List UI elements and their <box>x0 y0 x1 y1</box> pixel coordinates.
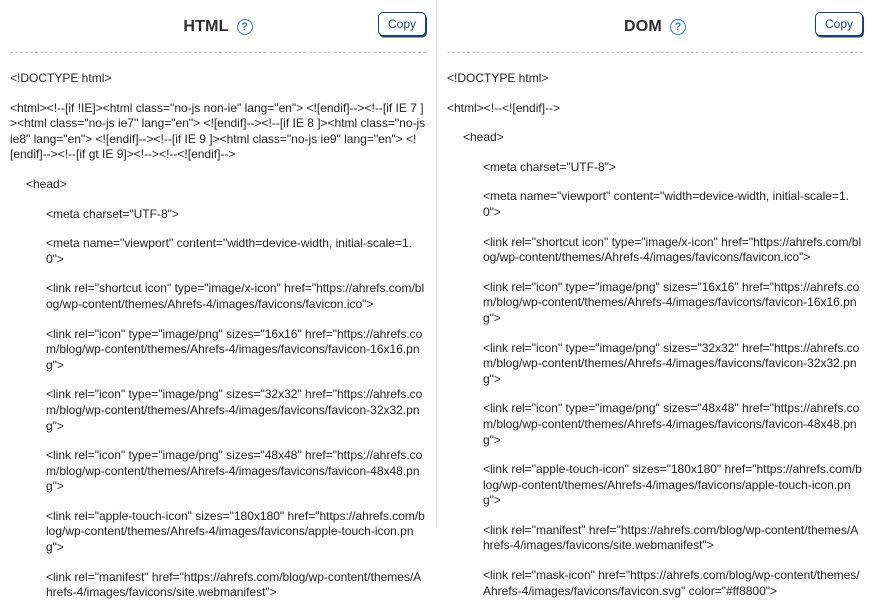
html-title: HTML <box>183 18 228 36</box>
code-line: <meta charset="UTF-8"> <box>447 160 863 176</box>
html-pane: HTML ? Copy <!DOCTYPE html> <html><!--[if… <box>0 0 436 527</box>
code-line: <meta name="viewport" content="width=dev… <box>10 236 426 267</box>
code-line: <head> <box>447 130 863 146</box>
copy-button[interactable]: Copy <box>378 12 426 36</box>
code-line: <link rel="icon" type="image/png" sizes=… <box>447 341 863 388</box>
divider-line <box>10 52 426 53</box>
copy-button[interactable]: Copy <box>815 12 863 36</box>
code-line: <html><!--[if !IE]><html class="no-js no… <box>10 101 426 163</box>
code-line: <link rel="apple-touch-icon" sizes="180x… <box>10 509 426 556</box>
code-line: <link rel="manifest" href="https://ahref… <box>447 523 863 554</box>
code-line: <!DOCTYPE html> <box>10 71 426 87</box>
dom-pane: DOM ? Copy <!DOCTYPE html> <html><!--<![e… <box>437 0 873 527</box>
code-line: <link rel="icon" type="image/png" sizes=… <box>10 327 426 374</box>
code-line: <meta name="viewport" content="width=dev… <box>447 189 863 220</box>
code-line: <link rel="shortcut icon" type="image/x-… <box>447 235 863 266</box>
code-line: <link rel="mask-icon" href="https://ahre… <box>447 568 863 599</box>
divider-line <box>447 52 863 53</box>
dom-code-block[interactable]: <!DOCTYPE html> <html><!--<![endif]--> <he… <box>447 71 863 613</box>
code-line: <link rel="apple-touch-icon" sizes="180x… <box>447 462 863 509</box>
code-line: <link rel="icon" type="image/png" sizes=… <box>10 448 426 495</box>
code-line: <meta charset="UTF-8"> <box>10 207 426 223</box>
code-line: <!DOCTYPE html> <box>447 71 863 87</box>
dom-pane-header: DOM ? Copy <box>447 14 863 40</box>
dom-title: DOM <box>624 18 662 36</box>
html-code-block[interactable]: <!DOCTYPE html> <html><!--[if !IE]><html … <box>10 71 426 615</box>
code-line: <link rel="manifest" href="https://ahref… <box>10 570 426 601</box>
code-line: <link rel="icon" type="image/png" sizes=… <box>10 387 426 434</box>
code-line: <link rel="icon" type="image/png" sizes=… <box>447 401 863 448</box>
code-line: <link rel="icon" type="image/png" sizes=… <box>447 280 863 327</box>
help-icon[interactable]: ? <box>670 19 686 35</box>
code-line: <html><!--<![endif]--> <box>447 101 863 117</box>
html-pane-header: HTML ? Copy <box>10 14 426 40</box>
code-line: <head> <box>10 177 426 193</box>
compare-container: HTML ? Copy <!DOCTYPE html> <html><!--[if… <box>0 0 873 527</box>
help-icon[interactable]: ? <box>237 19 253 35</box>
code-line: <link rel="shortcut icon" type="image/x-… <box>10 281 426 312</box>
